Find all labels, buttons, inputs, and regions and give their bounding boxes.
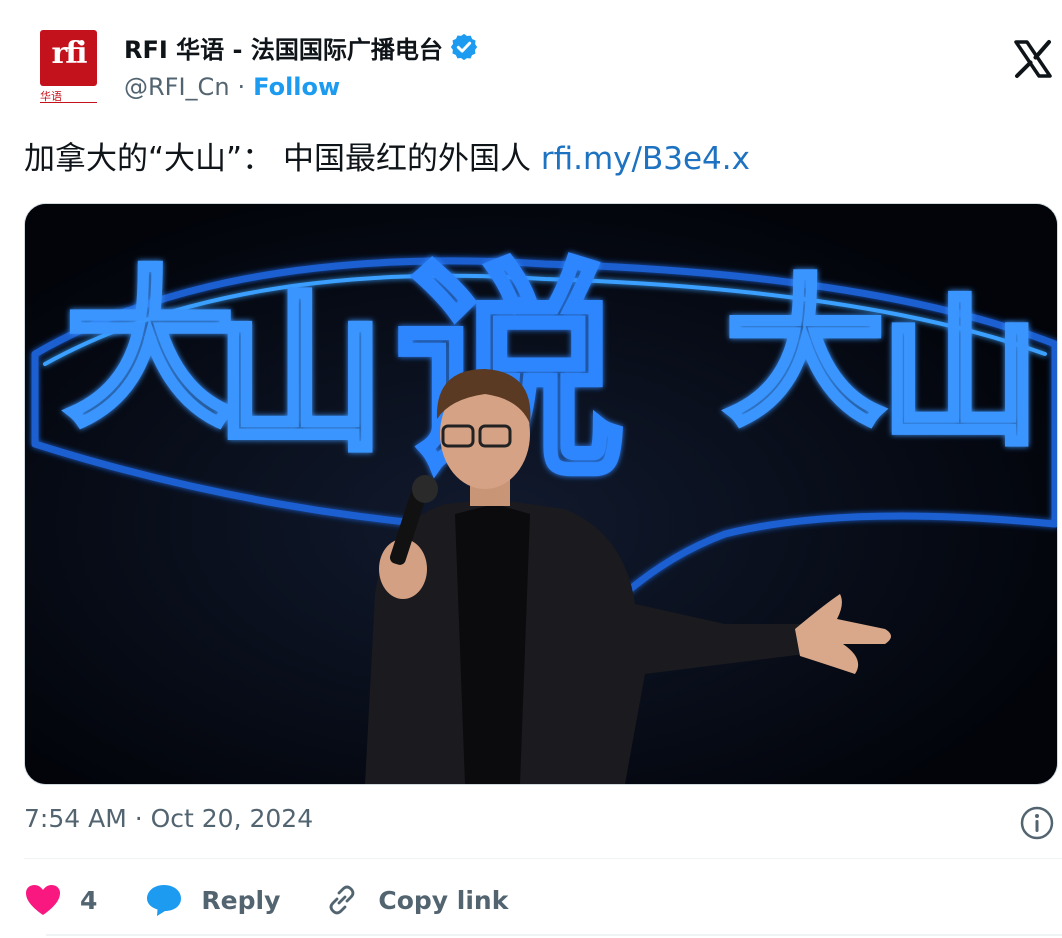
separator-dot: · — [237, 73, 246, 101]
neon-char-1: 大 — [65, 252, 235, 450]
display-name[interactable]: RFI 华语 - 法国国际广播电台 — [124, 30, 443, 65]
like-button[interactable]: 4 — [24, 883, 97, 917]
tweet-header: rfi 华语 RFI 华语 - 法国国际广播电台 @RFI_Cn · Follo… — [24, 18, 1052, 114]
handle-row: @RFI_Cn · Follow — [124, 70, 340, 104]
heart-icon — [26, 885, 60, 915]
avatar-underline — [40, 102, 97, 103]
action-bar: 4 Reply Copy link — [24, 874, 508, 926]
comedian-stage-image: 大 山 说 大 山 — [25, 204, 1057, 784]
neon-char-2: 山 — [215, 277, 385, 475]
handle[interactable]: @RFI_Cn — [124, 73, 230, 101]
x-logo-icon[interactable] — [1012, 38, 1054, 80]
neon-char-5: 山 — [880, 280, 1040, 467]
rfi-logo: rfi — [40, 30, 97, 86]
reply-label: Reply — [201, 885, 281, 915]
link-icon — [329, 885, 355, 915]
tweet-link[interactable]: rfi.my/B3e4.x — [541, 141, 750, 177]
avatar-logo-text: rfi — [51, 36, 87, 71]
divider — [24, 858, 1062, 859]
tweet-text: 加拿大的“大山”： 中国最红的外国人 rfi.my/B3e4.x — [24, 136, 1038, 182]
speech-bubble-icon — [147, 885, 182, 916]
like-count: 4 — [80, 885, 98, 915]
tweet-body: 加拿大的“大山”： 中国最红的外国人 — [24, 141, 531, 177]
follow-button[interactable]: Follow — [253, 73, 340, 101]
neon-char-4: 大 — [725, 260, 885, 447]
tweet-photo[interactable]: 大 山 说 大 山 — [24, 203, 1058, 785]
avatar[interactable]: rfi 华语 — [24, 18, 102, 104]
copy-link-button[interactable]: Copy link — [324, 882, 508, 918]
info-icon[interactable] — [1018, 804, 1056, 842]
verified-badge-icon — [450, 33, 477, 61]
copy-link-label: Copy link — [378, 885, 509, 915]
tweet-timestamp[interactable]: 7:54 AM · Oct 20, 2024 — [24, 804, 313, 833]
name-row: RFI 华语 - 法国国际广播电台 — [124, 30, 479, 64]
reply-button[interactable]: Reply — [145, 883, 280, 917]
bottom-divider — [46, 934, 1062, 936]
